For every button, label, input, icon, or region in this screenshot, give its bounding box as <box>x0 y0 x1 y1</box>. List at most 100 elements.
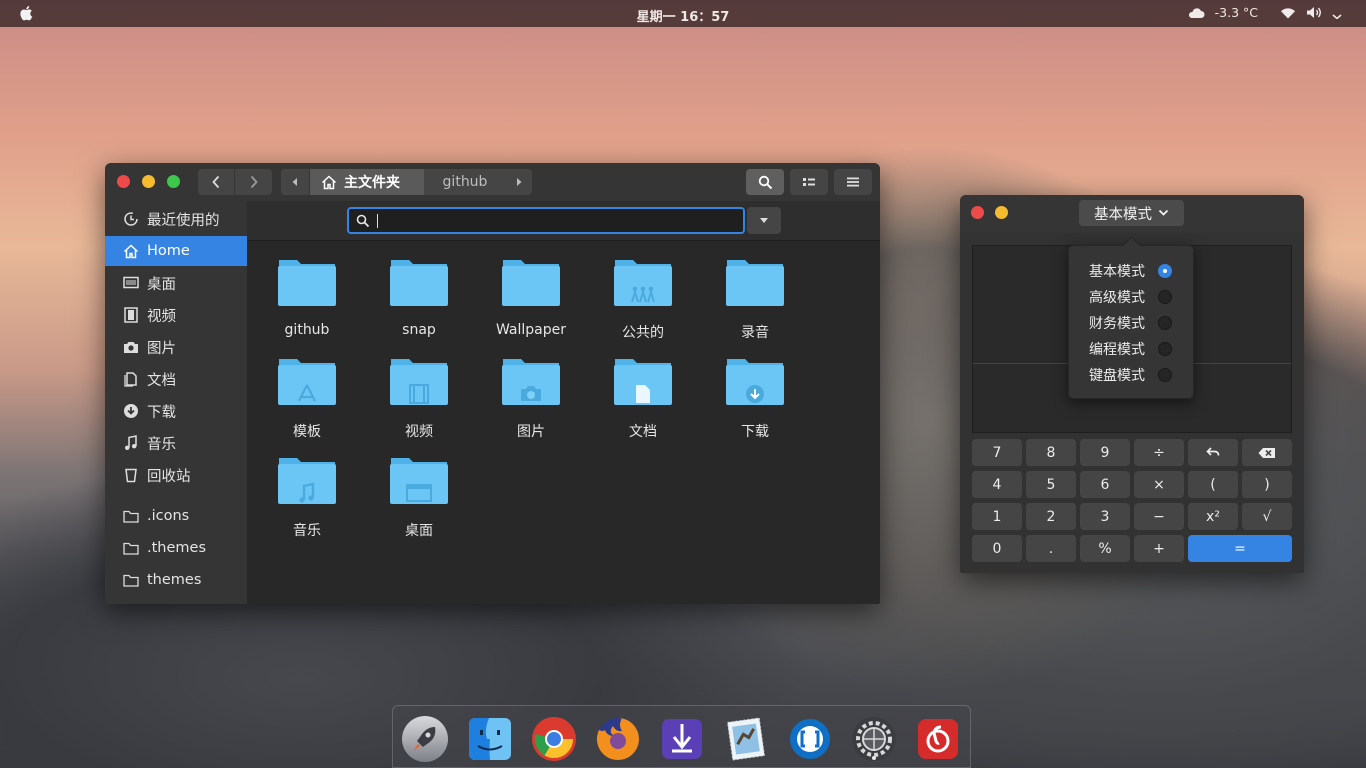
breadcrumb-scroll-left[interactable] <box>281 169 309 195</box>
calc-key[interactable]: 6 <box>1080 471 1130 498</box>
sidebar-item-desktop[interactable]: 桌面 <box>105 268 247 298</box>
sidebar-item-documents[interactable]: 文档 <box>105 364 247 394</box>
calc-key[interactable]: . <box>1026 535 1076 562</box>
sidebar-item-videos[interactable]: 视频 <box>105 300 247 330</box>
sidebar-item-home[interactable]: Home <box>105 236 247 266</box>
app-store-icon[interactable] <box>658 715 706 763</box>
calc-key-label: 4 <box>992 476 1002 493</box>
backspace-key[interactable] <box>1242 439 1292 466</box>
folder-icon <box>726 359 784 405</box>
mode-option[interactable]: 高级模式 <box>1089 284 1189 310</box>
mode-option[interactable]: 财务模式 <box>1089 310 1189 336</box>
calc-key[interactable]: 8 <box>1026 439 1076 466</box>
calc-key[interactable]: 9 <box>1080 439 1130 466</box>
sidebar-item-trash[interactable]: 回收站 <box>105 460 247 490</box>
system-tray: -3.3 °C <box>1187 5 1342 20</box>
clock[interactable]: 星期一 16：57 <box>0 6 1366 25</box>
maximize-button[interactable] <box>167 175 180 188</box>
folder-item[interactable]: 视频 <box>369 355 469 445</box>
folder-item[interactable]: 音乐 <box>257 454 357 544</box>
calc-key[interactable]: 2 <box>1026 503 1076 530</box>
search-toggle-button[interactable] <box>746 169 784 195</box>
folder-item[interactable]: 下载 <box>705 355 805 445</box>
sidebar-bookmark-icons[interactable]: .icons <box>105 501 247 531</box>
back-button[interactable] <box>198 169 234 195</box>
folder-item[interactable]: 桌面 <box>369 454 469 544</box>
volume-icon[interactable] <box>1306 6 1322 19</box>
view-mode-button[interactable] <box>790 169 828 195</box>
mail-stamp-icon[interactable] <box>722 715 770 763</box>
forward-button[interactable] <box>235 169 272 195</box>
mode-radio[interactable] <box>1158 316 1172 330</box>
search-options-button[interactable] <box>747 207 781 234</box>
firefox-icon[interactable] <box>594 715 642 763</box>
calc-key[interactable]: % <box>1080 535 1130 562</box>
finder-icon[interactable] <box>466 715 514 763</box>
file-manager-headerbar: 主文件夹 github <box>105 163 880 201</box>
folder-item[interactable]: 文档 <box>593 355 693 445</box>
close-button[interactable] <box>117 175 130 188</box>
mode-radio[interactable] <box>1158 264 1172 278</box>
chrome-icon[interactable] <box>530 715 578 763</box>
folder-item[interactable]: 模板 <box>257 355 357 445</box>
mode-radio[interactable] <box>1158 342 1172 356</box>
calc-key[interactable]: + <box>1134 535 1184 562</box>
sidebar-item-music[interactable]: 音乐 <box>105 428 247 458</box>
folder-item[interactable]: 公共的 <box>593 256 693 346</box>
calc-key[interactable]: 3 <box>1080 503 1130 530</box>
calc-key-label: ) <box>1264 476 1270 493</box>
close-button[interactable] <box>971 206 984 219</box>
calc-key[interactable]: 5 <box>1026 471 1076 498</box>
netease-music-icon[interactable] <box>914 715 962 763</box>
mode-option[interactable]: 键盘模式 <box>1089 362 1189 388</box>
calc-key-label: = <box>1234 540 1246 557</box>
folder-icon <box>390 260 448 306</box>
breadcrumb-scroll-right[interactable] <box>506 169 532 195</box>
calc-key[interactable]: 4 <box>972 471 1022 498</box>
folder-item[interactable]: snap <box>369 256 469 346</box>
mode-radio[interactable] <box>1158 290 1172 304</box>
sidebar-item-downloads[interactable]: 下载 <box>105 396 247 426</box>
minimize-button[interactable] <box>995 206 1008 219</box>
calc-key[interactable]: 0 <box>972 535 1022 562</box>
calc-key-label: ( <box>1210 476 1216 493</box>
power-menu-icon[interactable] <box>1332 7 1342 19</box>
folder-item[interactable]: 图片 <box>481 355 581 445</box>
folder-item[interactable]: github <box>257 256 357 346</box>
launchpad-rocket-icon[interactable] <box>401 715 449 763</box>
folder-item[interactable]: 录音 <box>705 256 805 346</box>
calc-key[interactable]: × <box>1134 471 1184 498</box>
sidebar-item-recent[interactable]: 最近使用的 <box>105 204 247 234</box>
calc-key[interactable]: ÷ <box>1134 439 1184 466</box>
calc-key[interactable]: ) <box>1242 471 1292 498</box>
wifi-icon[interactable] <box>1280 7 1296 19</box>
breadcrumb-github[interactable]: github <box>424 169 506 195</box>
chevron-left-icon <box>212 175 220 189</box>
calc-key[interactable]: 7 <box>972 439 1022 466</box>
temperature-label[interactable]: -3.3 °C <box>1215 5 1258 20</box>
search-field[interactable] <box>347 207 745 234</box>
calc-key[interactable]: 1 <box>972 503 1022 530</box>
sidebar-item-pictures[interactable]: 图片 <box>105 332 247 362</box>
undo-key[interactable] <box>1188 439 1238 466</box>
breadcrumb-home[interactable]: 主文件夹 <box>310 169 424 195</box>
calc-key[interactable]: √ <box>1242 503 1292 530</box>
sidebar-bookmark-themes-hidden[interactable]: .themes <box>105 533 247 563</box>
download-icon <box>124 404 138 418</box>
minimize-button[interactable] <box>142 175 155 188</box>
mode-option-label: 键盘模式 <box>1089 368 1145 384</box>
search-icon <box>758 175 772 189</box>
sidebar-bookmark-themes[interactable]: themes <box>105 565 247 595</box>
folder-item[interactable]: Wallpaper <box>481 256 581 346</box>
mode-menu-button[interactable]: 基本模式 <box>1079 200 1184 226</box>
teamviewer-icon[interactable] <box>786 715 834 763</box>
mode-radio[interactable] <box>1158 368 1172 382</box>
mode-option[interactable]: 编程模式 <box>1089 336 1189 362</box>
calc-key[interactable]: − <box>1134 503 1184 530</box>
equals-key[interactable]: = <box>1188 535 1292 562</box>
main-menu-button[interactable] <box>834 169 872 195</box>
mode-option[interactable]: 基本模式 <box>1089 258 1189 284</box>
calc-key[interactable]: x² <box>1188 503 1238 530</box>
calc-key[interactable]: ( <box>1188 471 1238 498</box>
cloud-weather-icon[interactable] <box>1187 7 1205 19</box>
